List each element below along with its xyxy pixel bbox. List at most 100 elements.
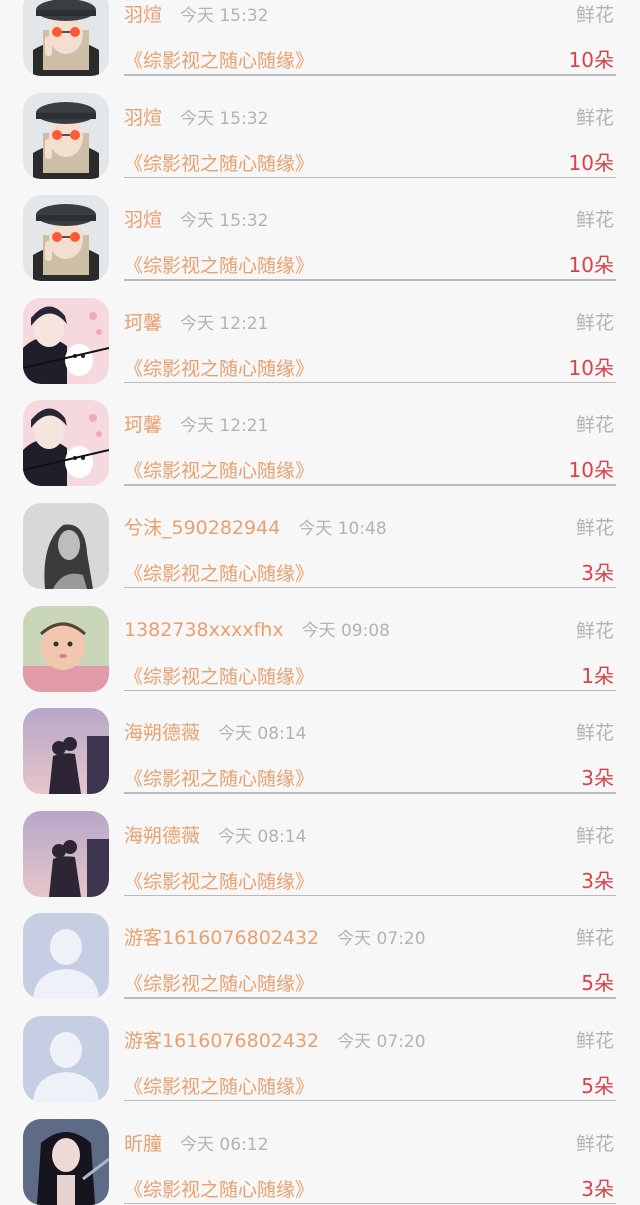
user-info-line: 海朔德薇 今天 08:14: [124, 718, 307, 745]
gift-type-label: 鲜花: [575, 4, 614, 26]
user-avatar[interactable]: [23, 400, 109, 487]
gift-record-row[interactable]: 兮沫_590282944 今天 10:48 鲜花 《综影视之随心随缘》 3朵: [0, 487, 640, 590]
user-info-line: 1382738xxxxfhx 今天 09:08: [124, 616, 390, 641]
row-divider: [124, 176, 616, 179]
gift-type-label: 鲜花: [575, 619, 614, 642]
gift-record-row[interactable]: 1382738xxxxfhx 今天 09:08 鲜花 《综影视之随心随缘》 1朵: [0, 590, 640, 693]
gift-timestamp: 今天 10:48: [298, 518, 387, 539]
gift-record-row[interactable]: 羽煊 今天 15:32 鲜花 《综影视之随心随缘》 10朵: [0, 77, 640, 180]
username[interactable]: 羽煊: [124, 0, 162, 27]
user-info-line: 羽煊 今天 15:32: [124, 103, 268, 130]
gift-type-label: 鲜花: [575, 106, 614, 129]
gift-type-label: 鲜花: [575, 1132, 614, 1155]
gift-type-label: 鲜花: [575, 722, 614, 745]
username[interactable]: 珂馨: [124, 410, 162, 437]
book-title-link[interactable]: 《综影视之随心随缘》: [124, 354, 314, 381]
user-info-line: 羽煊 今天 15:32: [124, 0, 269, 27]
row-divider: [124, 74, 616, 76]
user-info-line: 珂馨 今天 12:21: [124, 308, 269, 335]
row-divider: [124, 997, 616, 999]
gift-record-row[interactable]: 游客1616076802432 今天 07:20 鲜花 《综影视之随心随缘》 5…: [0, 897, 640, 1000]
book-title-link[interactable]: 《综影视之随心随缘》: [124, 969, 314, 996]
username[interactable]: 珂馨: [124, 308, 162, 335]
gift-count: 5朵: [581, 971, 614, 996]
user-avatar[interactable]: [23, 1015, 109, 1102]
gift-count: 10朵: [568, 48, 614, 72]
user-avatar[interactable]: [23, 1118, 109, 1205]
user-info-line: 游客1616076802432 今天 07:20: [124, 1026, 426, 1053]
user-info-line: 昕朣 今天 06:12: [124, 1129, 269, 1156]
username[interactable]: 羽煊: [124, 205, 162, 232]
row-divider: [124, 792, 616, 794]
gift-record-row[interactable]: 游客1616076802432 今天 07:20 鲜花 《综影视之随心随缘》 5…: [0, 1000, 640, 1103]
book-title-link[interactable]: 《综影视之随心随缘》: [124, 1072, 314, 1099]
gift-count: 10朵: [568, 458, 614, 483]
user-avatar[interactable]: [23, 708, 109, 795]
gift-type-label: 鲜花: [575, 516, 614, 539]
username[interactable]: 昕朣: [124, 1129, 162, 1156]
gift-timestamp: 今天 15:32: [180, 211, 269, 232]
gift-timestamp: 今天 06:12: [180, 1134, 269, 1155]
row-divider: [124, 1202, 616, 1205]
user-avatar[interactable]: [23, 605, 109, 692]
row-divider: [124, 279, 616, 281]
book-title-link[interactable]: 《综影视之随心随缘》: [124, 764, 314, 791]
book-title-link[interactable]: 《综影视之随心随缘》: [124, 456, 314, 483]
user-info-line: 海朔德薇 今天 08:14: [124, 821, 307, 848]
gift-timestamp: 今天 07:20: [337, 929, 426, 950]
book-title-link[interactable]: 《综影视之随心随缘》: [124, 149, 314, 176]
gift-record-row[interactable]: 珂馨 今天 12:21 鲜花 《综影视之随心随缘》 10朵: [0, 384, 640, 487]
gift-count: 5朵: [581, 1073, 614, 1098]
gift-count: 3朵: [581, 766, 614, 791]
user-avatar[interactable]: [23, 913, 109, 1000]
gift-record-row[interactable]: 羽煊 今天 15:32 鲜花 《综影视之随心随缘》 10朵: [0, 0, 640, 77]
user-info-line: 羽煊 今天 15:32: [124, 205, 269, 232]
book-title-link[interactable]: 《综影视之随心随缘》: [124, 662, 314, 689]
book-title-link[interactable]: 《综影视之随心随缘》: [124, 1175, 314, 1202]
gift-type-label: 鲜花: [575, 824, 614, 847]
gift-timestamp: 今天 12:21: [180, 313, 269, 334]
gift-timestamp: 今天 08:14: [218, 724, 307, 745]
username[interactable]: 海朔德薇: [124, 718, 200, 745]
user-info-line: 游客1616076802432 今天 07:20: [124, 923, 426, 950]
user-avatar[interactable]: [23, 810, 109, 897]
gift-type-label: 鲜花: [575, 1029, 614, 1052]
user-avatar[interactable]: [23, 502, 109, 589]
row-divider: [124, 894, 616, 897]
book-title-link[interactable]: 《综影视之随心随缘》: [124, 46, 314, 73]
username[interactable]: 羽煊: [124, 103, 162, 130]
book-title-link[interactable]: 《综影视之随心随缘》: [124, 559, 314, 586]
user-avatar[interactable]: [23, 0, 109, 76]
gift-timestamp: 今天 15:32: [180, 6, 269, 26]
username[interactable]: 1382738xxxxfhx: [124, 619, 284, 641]
gift-count: 1朵: [581, 663, 614, 688]
gift-type-label: 鲜花: [575, 311, 614, 334]
username[interactable]: 兮沫_590282944: [124, 513, 280, 540]
user-avatar[interactable]: [23, 195, 109, 282]
user-avatar[interactable]: [23, 92, 109, 179]
gift-count: 3朵: [581, 1176, 614, 1201]
row-divider: [124, 484, 616, 486]
gift-type-label: 鲜花: [575, 927, 614, 950]
user-avatar[interactable]: [23, 297, 109, 384]
gift-record-row[interactable]: 羽煊 今天 15:32 鲜花 《综影视之随心随缘》 10朵: [0, 179, 640, 282]
gift-record-list: 羽煊 今天 15:32 鲜花 《综影视之随心随缘》 10朵 羽煊 今天 15:3…: [0, 0, 640, 1205]
row-divider: [124, 689, 616, 692]
username[interactable]: 海朔德薇: [124, 821, 200, 848]
gift-count: 10朵: [568, 355, 614, 380]
gift-count: 10朵: [568, 150, 614, 175]
book-title-link[interactable]: 《综影视之随心随缘》: [124, 867, 314, 894]
gift-count: 3朵: [581, 868, 614, 893]
gift-record-row[interactable]: 昕朣 今天 06:12 鲜花 《综影视之随心随缘》 3朵: [0, 1103, 640, 1205]
gift-record-row[interactable]: 珂馨 今天 12:21 鲜花 《综影视之随心随缘》 10朵: [0, 282, 640, 385]
user-info-line: 兮沫_590282944 今天 10:48: [124, 513, 387, 540]
gift-timestamp: 今天 09:08: [301, 620, 390, 641]
gift-record-row[interactable]: 海朔德薇 今天 08:14 鲜花 《综影视之随心随缘》 3朵: [0, 692, 640, 795]
gift-type-label: 鲜花: [575, 414, 614, 437]
username[interactable]: 游客1616076802432: [124, 1026, 319, 1053]
gift-timestamp: 今天 08:14: [218, 826, 307, 847]
gift-record-row[interactable]: 海朔德薇 今天 08:14 鲜花 《综影视之随心随缘》 3朵: [0, 795, 640, 898]
user-info-line: 珂馨 今天 12:21: [124, 410, 268, 437]
book-title-link[interactable]: 《综影视之随心随缘》: [124, 251, 314, 278]
username[interactable]: 游客1616076802432: [124, 923, 319, 950]
